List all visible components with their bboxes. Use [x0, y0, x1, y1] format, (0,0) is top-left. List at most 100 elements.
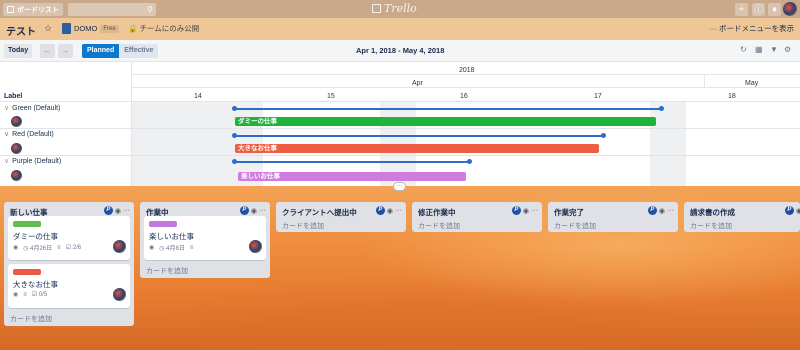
plan-badge: Free	[100, 24, 119, 33]
resize-handle[interactable]: ···	[393, 182, 406, 191]
timeline-bar[interactable]: 楽しいお仕事	[238, 172, 466, 181]
avatar[interactable]	[11, 143, 22, 154]
board-icon	[7, 6, 14, 13]
label-column-header: Label	[4, 93, 23, 100]
search-input[interactable]: ⚲	[68, 3, 156, 16]
user-avatar[interactable]	[783, 2, 797, 16]
team-icon	[62, 23, 71, 34]
planyway-icon[interactable]: P	[103, 206, 113, 215]
card[interactable]: 楽しいお仕事 ◉ ◷ 4月8日 ≡	[144, 216, 266, 260]
eye-icon[interactable]: ◉	[251, 207, 257, 215]
bell-icon[interactable]: ♦	[768, 3, 781, 16]
refresh-icon[interactable]: ↻	[740, 45, 747, 54]
more-icon[interactable]: ···	[123, 207, 130, 214]
range-end-handle[interactable]	[467, 159, 472, 164]
next-arrow-icon[interactable]: →	[58, 44, 73, 58]
timeline-panel: Today ← → Planned Effective Apr 1, 2018 …	[0, 40, 800, 186]
more-icon[interactable]: ···	[531, 207, 538, 214]
show-menu-link[interactable]: ··· ボードメニューを表示	[709, 23, 794, 34]
range-end-handle[interactable]	[601, 133, 606, 138]
add-card-button[interactable]: カードを追加	[282, 221, 324, 231]
row-group-purple[interactable]: ∨ Purple (Default)	[4, 157, 61, 166]
card[interactable]: ダミーの仕事 ◉ ◷ 4月26日 ≡ ☑ 2/6	[8, 216, 130, 260]
range-start-handle[interactable]	[232, 159, 237, 164]
prev-arrow-icon[interactable]: ←	[40, 44, 55, 58]
avatar[interactable]	[11, 116, 22, 127]
chevron-down-icon: ∨	[4, 131, 10, 138]
filter-icon[interactable]: ▼	[770, 45, 778, 54]
add-card-button[interactable]: カードを追加	[146, 266, 188, 276]
add-icon[interactable]: +	[735, 3, 748, 16]
board-title[interactable]: テスト	[6, 23, 36, 38]
calendar-icon[interactable]: ▦	[755, 45, 763, 54]
grid-line	[704, 74, 705, 87]
card[interactable]: 大きなお仕事 ◉ ≡ ☑ 0/5	[8, 264, 130, 308]
row-group-label: Green (Default)	[12, 104, 61, 112]
list-title[interactable]: 修正作業中	[418, 207, 456, 218]
eye-icon[interactable]: ◉	[659, 207, 665, 215]
add-card-button[interactable]: カードを追加	[418, 221, 460, 231]
list-title[interactable]: クライアントへ提出中	[282, 207, 357, 218]
eye-icon[interactable]: ◉	[796, 207, 800, 215]
planyway-icon[interactable]: P	[239, 206, 249, 215]
eye-icon[interactable]: ◉	[387, 207, 393, 215]
list-title[interactable]: 請求書の作成	[690, 207, 735, 218]
planyway-icon[interactable]: P	[511, 206, 521, 215]
list-icons: P ◉ ···	[511, 206, 538, 215]
mode-toggle: Planned Effective	[82, 44, 159, 58]
add-card-button[interactable]: カードを追加	[10, 314, 52, 324]
star-icon[interactable]: ☆	[44, 23, 52, 34]
timeline-bar[interactable]: ダミーの仕事	[235, 117, 656, 126]
weekend-shade	[650, 102, 686, 186]
card-title: 楽しいお仕事	[149, 232, 194, 241]
add-card-button[interactable]: カードを追加	[690, 221, 732, 231]
boards-button[interactable]: ボードリスト	[3, 3, 63, 16]
more-icon[interactable]: ···	[259, 207, 266, 214]
info-icon[interactable]: ⓘ	[752, 3, 765, 16]
watch-icon: ◉	[149, 245, 155, 251]
boards-button-label: ボードリスト	[17, 6, 59, 14]
card-title: 大きなお仕事	[13, 280, 58, 289]
card-badges: ◉ ≡ ☑ 0/5	[13, 291, 47, 299]
card-badges: ◉ ◷ 4月8日 ≡	[149, 243, 193, 253]
top-bar: ボードリスト ⚲ Trello + ⓘ ♦	[0, 0, 800, 18]
month-label: Apr	[412, 80, 423, 87]
avatar	[113, 240, 126, 253]
range-start-handle[interactable]	[232, 106, 237, 111]
day-label: 17	[594, 93, 602, 100]
range-start-handle[interactable]	[232, 133, 237, 138]
grid-line	[131, 62, 132, 186]
watch-icon: ◉	[13, 292, 19, 298]
trello-logo[interactable]: Trello	[372, 2, 417, 15]
due-date-badge: ◷ 4月8日	[159, 246, 185, 252]
row-group-green[interactable]: ∨ Green (Default)	[4, 104, 61, 113]
planned-tab[interactable]: Planned	[82, 44, 120, 58]
more-icon[interactable]: ···	[395, 207, 402, 214]
due-date-text: 4月26日	[30, 246, 53, 252]
more-icon[interactable]: ···	[667, 207, 674, 214]
trello-logo-text: Trello	[384, 2, 417, 15]
settings-icon[interactable]: ⚙	[784, 45, 791, 54]
eye-icon[interactable]: ◉	[523, 207, 529, 215]
row-group-red[interactable]: ∨ Red (Default)	[4, 130, 54, 139]
chevron-down-icon: ∨	[4, 105, 10, 112]
add-card-button[interactable]: カードを追加	[554, 221, 596, 231]
effective-tab[interactable]: Effective	[119, 44, 159, 58]
chevron-down-icon: ∨	[4, 158, 10, 165]
eye-icon[interactable]: ◉	[115, 207, 121, 215]
list-column: 新しい仕事 P ◉ ··· ダミーの仕事 ◉ ◷ 4月26日 ≡ ☑ 2/6 大…	[4, 202, 134, 326]
board-header: テスト ☆ DOMO Free 🔒 チームにのみ公開 ··· ボードメニューを表…	[0, 18, 800, 40]
trello-logo-icon	[372, 4, 381, 13]
timeline-toolbar: Today ← → Planned Effective Apr 1, 2018 …	[0, 40, 800, 62]
planyway-icon[interactable]: P	[647, 206, 657, 215]
team-button[interactable]: DOMO Free	[62, 23, 119, 34]
avatar[interactable]	[11, 170, 22, 181]
visibility-button[interactable]: 🔒 チームにのみ公開	[128, 23, 199, 34]
timeline-bar[interactable]: 大きなお仕事	[235, 144, 599, 153]
range-end-handle[interactable]	[659, 106, 664, 111]
list-title[interactable]: 作業完了	[554, 207, 584, 218]
today-button[interactable]: Today	[4, 44, 33, 58]
planyway-icon[interactable]: P	[375, 206, 385, 215]
day-label: 16	[460, 93, 468, 100]
planyway-icon[interactable]: P	[784, 206, 794, 215]
